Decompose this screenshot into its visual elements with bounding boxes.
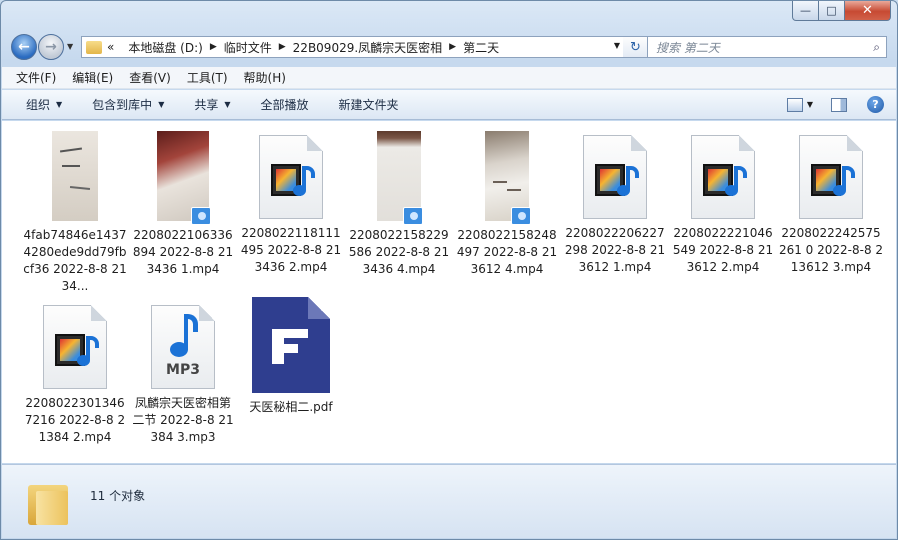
file-item[interactable]: 2208022221046549 2022-8-8 213612 2.mp4 bbox=[670, 131, 776, 276]
video-thumbnail bbox=[157, 131, 211, 225]
details-pane: 11 个对象 bbox=[2, 464, 896, 538]
view-controls: ▼ ? bbox=[786, 96, 884, 113]
video-badge-icon bbox=[403, 207, 423, 225]
organize-label: 组织 bbox=[26, 98, 51, 112]
folder-icon bbox=[28, 485, 68, 525]
preview-pane-icon[interactable] bbox=[831, 97, 847, 112]
forward-button[interactable]: → bbox=[38, 34, 64, 60]
share-button[interactable]: 共享 ▼ bbox=[194, 96, 230, 113]
breadcrumb-item[interactable]: 22B09029.凤麟宗天医密相 bbox=[293, 39, 443, 56]
mp3-badge: MP3 bbox=[166, 362, 200, 378]
new-folder-label: 新建文件夹 bbox=[338, 98, 399, 112]
video-badge-icon bbox=[511, 207, 531, 225]
media-file-icon bbox=[259, 135, 323, 219]
explorer-window: — □ ✕ ← → ▼ « 本地磁盘 (D:) ▶ 临时文件 ▶ 22B0902… bbox=[0, 0, 898, 540]
file-name: 2208022118111495 2022-8-8 213436 2.mp4 bbox=[240, 226, 342, 274]
breadcrumb-item[interactable]: 本地磁盘 (D:) bbox=[128, 39, 202, 56]
file-list: 4fab74846e14374280ede9dd79fbcf36 2022-8-… bbox=[2, 121, 896, 463]
help-icon[interactable]: ? bbox=[867, 96, 884, 113]
music-note-icon bbox=[77, 336, 99, 368]
image-thumbnail bbox=[52, 131, 98, 221]
caption-buttons: — □ ✕ bbox=[792, 1, 891, 21]
menu-edit[interactable]: 编辑(E) bbox=[72, 69, 113, 86]
file-name: 2208022158248497 2022-8-8 213612 4.mp4 bbox=[456, 228, 558, 276]
chevron-down-icon: ▼ bbox=[158, 100, 165, 109]
refresh-button[interactable]: ↻ bbox=[623, 36, 649, 58]
new-folder-button[interactable]: 新建文件夹 bbox=[339, 96, 399, 113]
include-in-library-button[interactable]: 包含到库中 ▼ bbox=[92, 96, 164, 113]
address-dropdown-icon[interactable]: ▼ bbox=[614, 41, 620, 50]
file-item[interactable]: 2208022301346 7216 2022-8-8 21384 2.mp4 bbox=[22, 301, 128, 446]
media-file-icon bbox=[799, 135, 863, 219]
video-thumbnail bbox=[377, 131, 423, 225]
file-item[interactable]: 2208022118111495 2022-8-8 213436 2.mp4 bbox=[238, 131, 344, 276]
file-name: 2208022106336894 2022-8-8 213436 1.mp4 bbox=[132, 228, 234, 276]
play-all-button[interactable]: 全部播放 bbox=[261, 96, 309, 113]
chevron-down-icon[interactable]: ▼ bbox=[807, 100, 813, 109]
file-name: 凤麟宗天医密相第二节 2022-8-8 21384 3.mp3 bbox=[132, 396, 234, 444]
menu-tools[interactable]: 工具(T) bbox=[187, 69, 228, 86]
command-bar: 组织 ▼ 包含到库中 ▼ 共享 ▼ 全部播放 新建文件夹 ▼ ? bbox=[2, 90, 896, 120]
file-item[interactable]: 4fab74846e14374280ede9dd79fbcf36 2022-8-… bbox=[22, 131, 128, 295]
video-thumbnail bbox=[485, 131, 531, 225]
music-note-icon bbox=[170, 314, 198, 362]
back-button[interactable]: ← bbox=[11, 34, 37, 60]
media-file-icon bbox=[583, 135, 647, 219]
organize-button[interactable]: 组织 ▼ bbox=[26, 96, 62, 113]
file-name: 2208022158229586 2022-8-8 213436 4.mp4 bbox=[348, 228, 450, 276]
chevron-down-icon: ▼ bbox=[224, 100, 231, 109]
navigation-row: ← → ▼ « 本地磁盘 (D:) ▶ 临时文件 ▶ 22B09029.凤麟宗天… bbox=[9, 31, 889, 61]
audio-file-icon: MP3 bbox=[151, 305, 215, 389]
file-item[interactable]: 2208022206227298 2022-8-8 213612 1.mp4 bbox=[562, 131, 668, 276]
breadcrumb-item[interactable]: 临时文件 bbox=[224, 39, 272, 56]
share-label: 共享 bbox=[194, 98, 219, 112]
maximize-button[interactable]: □ bbox=[819, 1, 845, 21]
media-file-icon bbox=[691, 135, 755, 219]
file-name: 2208022301346 7216 2022-8-8 21384 2.mp4 bbox=[24, 396, 126, 444]
file-item[interactable]: 2208022158229586 2022-8-8 213436 4.mp4 bbox=[346, 131, 452, 278]
file-item[interactable]: MP3 凤麟宗天医密相第二节 2022-8-8 21384 3.mp3 bbox=[130, 301, 236, 446]
play-all-label: 全部播放 bbox=[260, 98, 309, 112]
search-placeholder: 搜索 第二天 bbox=[656, 40, 720, 55]
address-bar[interactable]: « 本地磁盘 (D:) ▶ 临时文件 ▶ 22B09029.凤麟宗天医密相 ▶ … bbox=[81, 36, 625, 58]
minimize-button[interactable]: — bbox=[792, 1, 819, 21]
change-view-icon[interactable] bbox=[786, 97, 803, 112]
media-file-icon bbox=[43, 305, 107, 389]
search-input[interactable]: 搜索 第二天 ⌕ bbox=[647, 36, 887, 58]
include-library-label: 包含到库中 bbox=[92, 98, 153, 112]
chevron-right-icon[interactable]: ▶ bbox=[449, 42, 456, 52]
search-icon[interactable]: ⌕ bbox=[873, 40, 880, 55]
file-name: 2208022206227298 2022-8-8 213612 1.mp4 bbox=[564, 226, 666, 274]
file-name: 2208022221046549 2022-8-8 213612 2.mp4 bbox=[672, 226, 774, 274]
item-count: 11 个对象 bbox=[90, 489, 146, 503]
chevron-right-icon[interactable]: ▶ bbox=[210, 42, 217, 52]
file-name: 2208022242575261 0 2022-8-8 213612 3.mp4 bbox=[778, 226, 884, 274]
file-item[interactable]: 2208022242575261 0 2022-8-8 213612 3.mp4 bbox=[778, 131, 884, 276]
file-item[interactable]: 2208022106336894 2022-8-8 213436 1.mp4 bbox=[130, 131, 236, 278]
file-item[interactable]: 2208022158248497 2022-8-8 213612 4.mp4 bbox=[454, 131, 560, 278]
folder-icon bbox=[86, 40, 102, 54]
menu-bar: 文件(F) 编辑(E) 查看(V) 工具(T) 帮助(H) bbox=[2, 67, 896, 89]
music-note-icon bbox=[293, 166, 315, 198]
close-button[interactable]: ✕ bbox=[845, 1, 891, 21]
menu-file[interactable]: 文件(F) bbox=[16, 69, 56, 86]
chevron-right-icon[interactable]: ▶ bbox=[279, 42, 286, 52]
breadcrumb-item[interactable]: 第二天 bbox=[463, 39, 499, 56]
music-note-icon bbox=[725, 166, 747, 198]
chevron-down-icon: ▼ bbox=[56, 100, 63, 109]
file-name: 4fab74846e14374280ede9dd79fbcf36 2022-8-… bbox=[23, 228, 127, 293]
file-name: 天医秘相二.pdf bbox=[249, 400, 333, 414]
music-note-icon bbox=[617, 166, 639, 198]
file-item[interactable]: 天医秘相二.pdf bbox=[238, 297, 344, 416]
pdf-file-icon bbox=[252, 297, 330, 393]
menu-view[interactable]: 查看(V) bbox=[129, 69, 171, 86]
recent-pages-dropdown-icon[interactable]: ▼ bbox=[67, 42, 73, 51]
video-badge-icon bbox=[191, 207, 211, 225]
breadcrumb-overflow[interactable]: « bbox=[107, 40, 114, 54]
breadcrumb: « 本地磁盘 (D:) ▶ 临时文件 ▶ 22B09029.凤麟宗天医密相 ▶ … bbox=[107, 39, 499, 56]
menu-help[interactable]: 帮助(H) bbox=[244, 69, 286, 86]
music-note-icon bbox=[833, 166, 855, 198]
